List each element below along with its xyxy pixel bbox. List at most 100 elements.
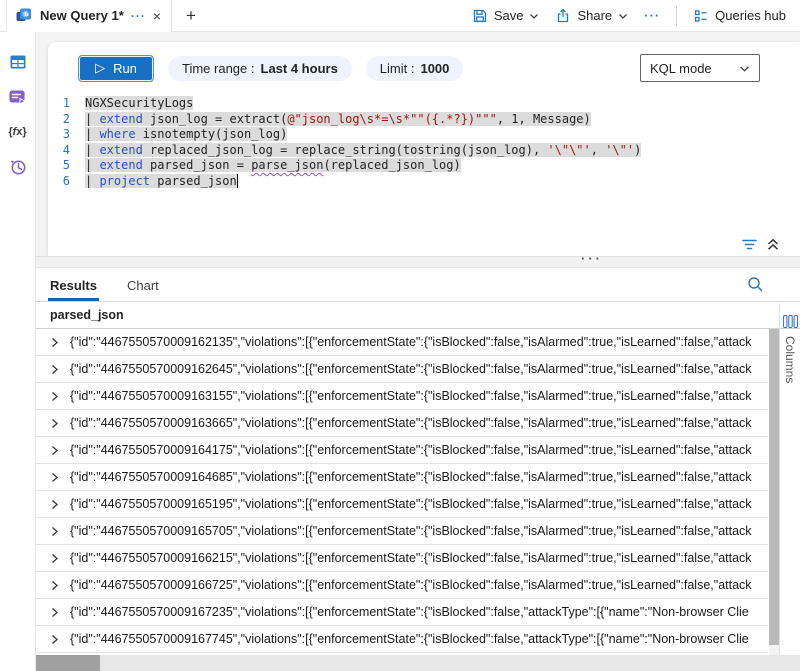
table-row[interactable]: {"id":"4467550570009162645","violations"… bbox=[36, 356, 768, 383]
run-label: Run bbox=[113, 61, 137, 76]
divider bbox=[676, 6, 677, 26]
queries-hub-button[interactable]: Queries hub bbox=[693, 8, 786, 24]
table-row[interactable]: {"id":"4467550570009166725","violations"… bbox=[36, 572, 768, 599]
limit-picker[interactable]: Limit : 1000 bbox=[366, 56, 464, 81]
horizontal-scrollbar[interactable] bbox=[36, 655, 800, 671]
results-panel: Results Chart parsed_json {"id":"4467550… bbox=[36, 268, 800, 655]
query-mode-value: KQL mode bbox=[650, 61, 712, 76]
mode-chevron-down-icon bbox=[739, 63, 750, 74]
code-line[interactable]: 6 | project parsed_json bbox=[48, 174, 800, 190]
save-chevron-down-icon bbox=[529, 11, 539, 21]
results-tabs: Results Chart bbox=[36, 268, 800, 302]
code-line[interactable]: 1 NGXSecurityLogs bbox=[48, 96, 800, 112]
code-line[interactable]: 2| extend json_log = extract(@"json_log\… bbox=[48, 112, 800, 128]
tab-close-icon[interactable]: × bbox=[153, 9, 161, 23]
tables-icon[interactable] bbox=[8, 52, 28, 72]
functions-icon[interactable]: {fx} bbox=[8, 122, 28, 142]
row-json-text: {"id":"4467550570009162645","violations"… bbox=[70, 362, 752, 376]
row-json-text: {"id":"4467550570009163155","violations"… bbox=[70, 389, 752, 403]
share-chevron-down-icon bbox=[618, 11, 628, 21]
table-row[interactable]: {"id":"4467550570009165705","violations"… bbox=[36, 518, 768, 545]
query-tab-title: New Query 1* bbox=[40, 8, 124, 23]
limit-value: 1000 bbox=[420, 61, 449, 76]
editor-controls bbox=[741, 237, 780, 252]
line-number: 6 bbox=[56, 174, 70, 190]
row-json-text: {"id":"4467550570009162135","violations"… bbox=[70, 335, 752, 349]
query-editor-panel: ▷ Run Time range : Last 4 hours Limit : … bbox=[48, 42, 800, 256]
text-cursor bbox=[237, 174, 239, 188]
code-line[interactable]: 3| where isnotempty(json_log) bbox=[48, 127, 800, 143]
expand-chevron-icon[interactable] bbox=[49, 445, 65, 456]
vertical-scrollbar-thumb[interactable] bbox=[769, 329, 779, 645]
table-row[interactable]: {"id":"4467550570009167745","violations"… bbox=[36, 626, 768, 653]
play-icon: ▷ bbox=[95, 60, 105, 76]
search-icon[interactable] bbox=[747, 276, 764, 293]
splitter-handle[interactable]: ··· bbox=[581, 251, 603, 266]
row-json-text: {"id":"4467550570009166215","violations"… bbox=[70, 551, 752, 565]
expand-chevron-icon[interactable] bbox=[49, 499, 65, 510]
code-editor[interactable]: 1 NGXSecurityLogs2| extend json_log = ext… bbox=[48, 96, 800, 189]
columns-side-tab[interactable]: Columns bbox=[779, 303, 800, 655]
code-text[interactable]: | extend parsed_json = parse_json(replac… bbox=[85, 158, 461, 174]
grid-header: parsed_json bbox=[36, 302, 800, 329]
tab-results[interactable]: Results bbox=[48, 271, 99, 301]
vertical-scrollbar[interactable] bbox=[769, 329, 779, 655]
save-label: Save bbox=[494, 8, 524, 23]
expand-chevron-icon[interactable] bbox=[49, 580, 65, 591]
share-button[interactable]: Share bbox=[555, 8, 628, 24]
expand-chevron-icon[interactable] bbox=[49, 391, 65, 402]
run-button[interactable]: ▷ Run bbox=[78, 55, 154, 82]
column-header-parsed-json[interactable]: parsed_json bbox=[50, 308, 124, 322]
tab-chart[interactable]: Chart bbox=[125, 271, 161, 301]
table-row[interactable]: {"id":"4467550570009167235","violations"… bbox=[36, 599, 768, 626]
time-range-picker[interactable]: Time range : Last 4 hours bbox=[168, 56, 352, 81]
query-mode-select[interactable]: KQL mode bbox=[640, 54, 760, 82]
panel-splitter[interactable]: ··· bbox=[36, 256, 800, 268]
save-button[interactable]: Save bbox=[472, 8, 540, 24]
table-row[interactable]: {"id":"4467550570009162135","violations"… bbox=[36, 329, 768, 356]
format-query-icon[interactable] bbox=[741, 237, 758, 252]
row-json-text: {"id":"4467550570009166725","violations"… bbox=[70, 578, 752, 592]
line-number: 1 bbox=[56, 96, 70, 112]
expand-chevron-icon[interactable] bbox=[49, 472, 65, 483]
tab-more-menu[interactable]: ··· bbox=[131, 9, 146, 23]
code-text[interactable]: NGXSecurityLogs bbox=[85, 96, 193, 112]
row-json-text: {"id":"4467550570009165195","violations"… bbox=[70, 497, 752, 511]
code-text[interactable]: | project parsed_json bbox=[85, 174, 238, 190]
expand-chevron-icon[interactable] bbox=[49, 418, 65, 429]
save-icon bbox=[472, 8, 488, 24]
table-row[interactable]: {"id":"4467550570009165195","violations"… bbox=[36, 491, 768, 518]
table-row[interactable]: {"id":"4467550570009163155","violations"… bbox=[36, 383, 768, 410]
new-tab-button[interactable]: + bbox=[186, 6, 196, 26]
code-line[interactable]: 5 | extend parsed_json = parse_json(repla… bbox=[48, 158, 800, 174]
time-range-label: Time range : bbox=[182, 61, 255, 76]
table-row[interactable]: {"id":"4467550570009164685","violations"… bbox=[36, 464, 768, 491]
table-row[interactable]: {"id":"4467550570009163665","violations"… bbox=[36, 410, 768, 437]
table-row[interactable]: {"id":"4467550570009164175","violations"… bbox=[36, 437, 768, 464]
code-text[interactable]: | where isnotempty(json_log) bbox=[85, 127, 287, 143]
code-text[interactable]: | extend replaced_json_log = replace_str… bbox=[85, 143, 641, 159]
sample-queries-icon[interactable] bbox=[8, 87, 28, 107]
queries-hub-label: Queries hub bbox=[715, 8, 786, 23]
expand-chevron-icon[interactable] bbox=[49, 364, 65, 375]
expand-chevron-icon[interactable] bbox=[49, 607, 65, 618]
horizontal-scrollbar-thumb[interactable] bbox=[36, 655, 100, 671]
expand-chevron-icon[interactable] bbox=[49, 337, 65, 348]
collapse-editor-icon[interactable] bbox=[766, 237, 780, 252]
expand-chevron-icon[interactable] bbox=[49, 553, 65, 564]
expand-chevron-icon[interactable] bbox=[49, 634, 65, 645]
query-history-icon[interactable] bbox=[8, 157, 28, 177]
queries-hub-icon bbox=[693, 8, 709, 24]
line-number: 5 bbox=[56, 158, 70, 174]
expand-chevron-icon[interactable] bbox=[49, 526, 65, 537]
more-actions-button[interactable]: ··· bbox=[644, 8, 660, 23]
code-text[interactable]: | extend json_log = extract(@"json_log\s… bbox=[85, 112, 591, 128]
time-range-value: Last 4 hours bbox=[261, 61, 338, 76]
query-tab[interactable]: New Query 1* ··· × bbox=[6, 0, 172, 32]
query-toolbar: ▷ Run Time range : Last 4 hours Limit : … bbox=[48, 42, 800, 92]
table-row[interactable]: {"id":"4467550570009166215","violations"… bbox=[36, 545, 768, 572]
code-line[interactable]: 4| extend replaced_json_log = replace_st… bbox=[48, 143, 800, 159]
row-json-text: {"id":"4467550570009167745","violations"… bbox=[70, 632, 749, 646]
left-rail: {fx} bbox=[0, 32, 36, 671]
top-actions: Save Share ··· Queries hub bbox=[472, 6, 800, 26]
